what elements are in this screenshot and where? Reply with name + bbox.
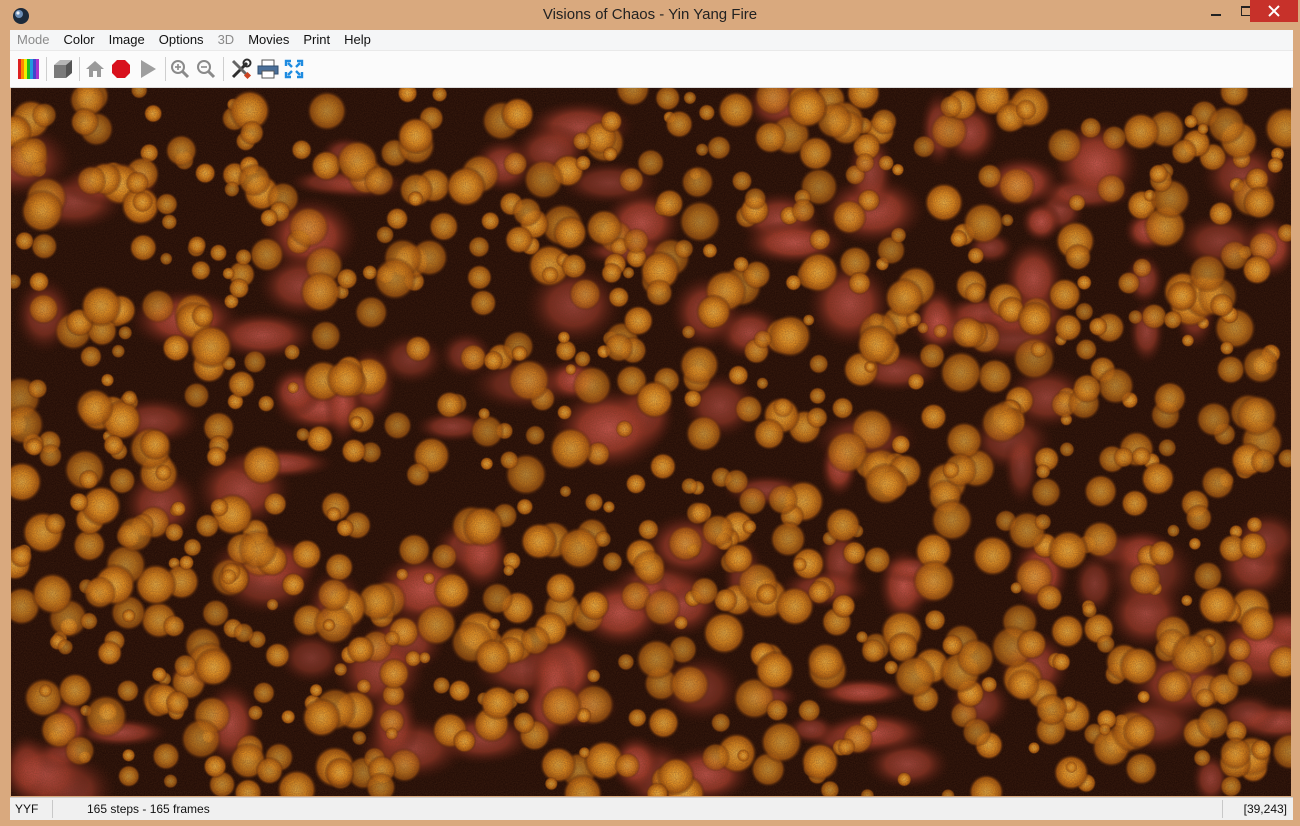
cube-icon [54, 60, 72, 78]
status-bar: YYF 165 steps - 165 frames [39,243] [10, 797, 1293, 820]
menu-options[interactable]: Options [152, 30, 211, 50]
menu-3d[interactable]: 3D [211, 30, 242, 50]
zoom-in-icon [171, 60, 190, 79]
menu-color[interactable]: Color [57, 30, 102, 50]
grain-overlay [11, 88, 1291, 796]
render-canvas[interactable] [11, 88, 1291, 796]
play-icon [141, 60, 156, 78]
fullscreen-icon [284, 59, 304, 79]
stop-icon [112, 60, 130, 78]
toolbar-separator [165, 57, 166, 81]
menu-help[interactable]: Help [337, 30, 378, 50]
menu-movies[interactable]: Movies [241, 30, 296, 50]
window-title: Visions of Chaos - Yin Yang Fire [542, 6, 758, 23]
title-bar[interactable]: Visions of Chaos - Yin Yang Fire [0, 0, 1300, 32]
zoom-out-icon [197, 60, 216, 79]
zoom-in-button[interactable] [168, 57, 192, 81]
palette-button[interactable] [17, 57, 41, 81]
status-steps: 165 steps - 165 frames [87, 802, 210, 816]
play-button[interactable] [136, 57, 160, 81]
zoom-out-button[interactable] [194, 57, 218, 81]
home-icon [86, 61, 104, 77]
toolbar-separator [46, 57, 47, 81]
print-button[interactable] [256, 57, 280, 81]
toolbar-separator [79, 57, 80, 81]
menu-bar: Mode Color Image Options 3D Movies Print… [10, 30, 1293, 51]
close-button[interactable] [1250, 0, 1298, 22]
fullscreen-button[interactable] [282, 57, 306, 81]
app-window: Visions of Chaos - Yin Yang Fire Mode Co… [0, 0, 1300, 826]
menu-mode[interactable]: Mode [10, 30, 57, 50]
status-mode: YYF [15, 802, 39, 816]
toolbar [10, 51, 1293, 88]
fire-simulation-image[interactable] [11, 88, 1291, 796]
minimize-button[interactable] [1202, 0, 1230, 22]
minimize-icon [1211, 14, 1221, 16]
menu-image[interactable]: Image [102, 30, 152, 50]
stop-button[interactable] [109, 57, 133, 81]
printer-icon [257, 59, 279, 79]
tools-button[interactable] [229, 57, 253, 81]
cube-button[interactable] [51, 57, 75, 81]
menu-print[interactable]: Print [296, 30, 337, 50]
tools-icon [231, 58, 252, 80]
toolbar-separator [223, 57, 224, 81]
status-coords: [39,243] [1243, 802, 1287, 816]
status-divider [52, 800, 53, 818]
palette-icon [18, 59, 39, 79]
close-icon [1268, 5, 1280, 17]
home-button[interactable] [83, 57, 107, 81]
status-divider [1222, 800, 1223, 818]
